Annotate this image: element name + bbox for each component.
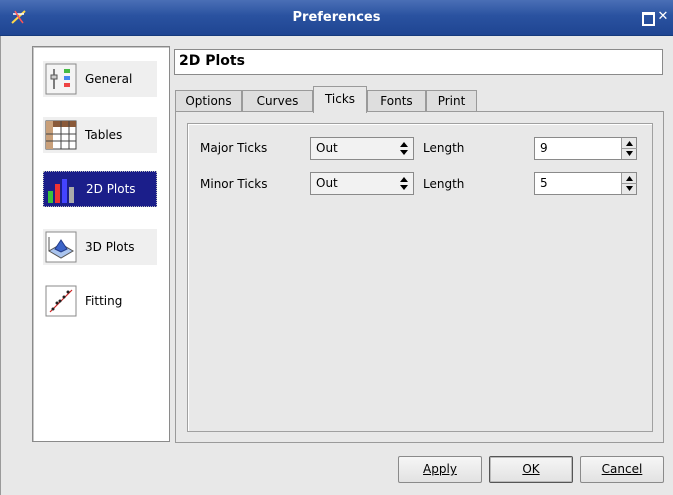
minor-length-value: 5: [540, 176, 548, 190]
updown-arrows-icon: [400, 177, 408, 190]
major-length-spinbox[interactable]: 9: [534, 137, 637, 160]
close-button[interactable]: ✕: [656, 10, 670, 24]
table-icon: [45, 120, 77, 150]
minor-length-label: Length: [423, 177, 465, 191]
major-length-label: Length: [423, 141, 465, 155]
category-item-fitting[interactable]: Fitting: [43, 283, 157, 319]
window-title: Preferences: [292, 10, 381, 25]
minor-length-spin-buttons[interactable]: [621, 173, 637, 194]
apply-button-label: Apply: [423, 462, 457, 476]
major-ticks-direction-value: Out: [316, 141, 338, 155]
category-label-fitting: Fitting: [85, 294, 123, 308]
spin-arrows-icon: [622, 176, 637, 191]
major-length-spin-buttons[interactable]: [621, 138, 637, 159]
category-item-3d-plots[interactable]: 3D Plots: [43, 229, 157, 265]
minor-ticks-label: Minor Ticks: [200, 177, 268, 191]
category-label-2d-plots: 2D Plots: [86, 182, 136, 196]
tab-ticks[interactable]: Ticks: [313, 86, 367, 113]
title-bar: Preferences ✕: [0, 0, 673, 36]
surface-plot-icon: [45, 231, 77, 263]
apply-button[interactable]: Apply: [398, 456, 482, 483]
category-list[interactable]: General Tables 2D Plots 3D Plots Fitting: [32, 46, 170, 442]
window-left-border: [0, 36, 10, 495]
general-settings-icon: [45, 63, 77, 95]
page-title: 2D Plots: [174, 49, 663, 75]
category-label-3d-plots: 3D Plots: [85, 240, 135, 254]
tab-print[interactable]: Print: [426, 90, 477, 112]
tab-options[interactable]: Options: [175, 90, 242, 112]
bar-chart-icon: [46, 173, 78, 205]
major-ticks-label: Major Ticks: [200, 141, 268, 155]
category-item-tables[interactable]: Tables: [43, 117, 157, 153]
maximize-button[interactable]: [640, 10, 655, 26]
ticks-tab-pane: Major Ticks Out Length 9 Minor Ticks Out: [175, 111, 664, 443]
ok-button-label: OK: [522, 462, 540, 476]
major-length-value: 9: [540, 141, 548, 155]
spin-arrows-icon: [622, 141, 637, 156]
tab-fonts[interactable]: Fonts: [367, 90, 426, 112]
tab-curves[interactable]: Curves: [242, 90, 313, 112]
category-label-general: General: [85, 72, 133, 86]
minor-length-spinbox[interactable]: 5: [534, 172, 637, 195]
category-label-tables: Tables: [85, 128, 123, 142]
major-ticks-direction-select[interactable]: Out: [310, 137, 414, 160]
cancel-button-label: Cancel: [601, 462, 643, 476]
ok-button[interactable]: OK: [489, 456, 573, 483]
category-item-2d-plots[interactable]: 2D Plots: [43, 171, 157, 207]
cancel-button[interactable]: Cancel: [580, 456, 664, 483]
updown-arrows-icon: [400, 142, 408, 155]
minor-ticks-direction-select[interactable]: Out: [310, 172, 414, 195]
fitting-icon: [45, 285, 77, 317]
category-item-general[interactable]: General: [43, 61, 157, 97]
ticks-groupbox: Major Ticks Out Length 9 Minor Ticks Out: [187, 123, 653, 432]
minor-ticks-direction-value: Out: [316, 176, 338, 190]
